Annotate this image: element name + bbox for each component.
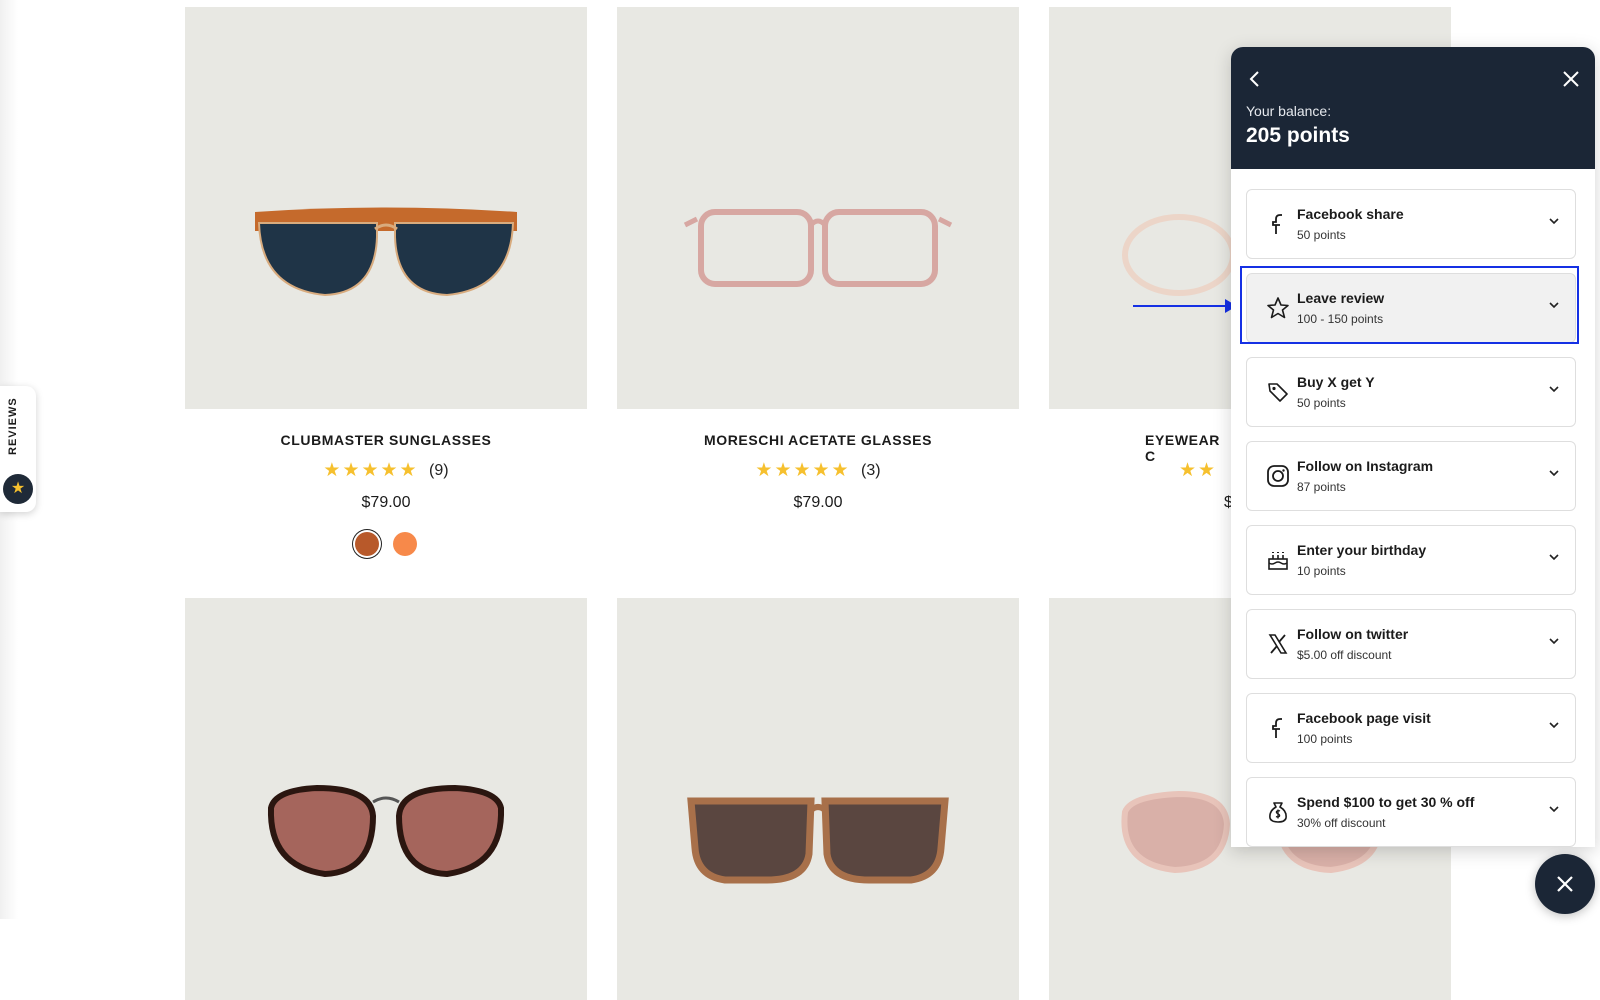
product-image[interactable] xyxy=(617,598,1019,1000)
chevron-down-icon[interactable] xyxy=(1547,634,1561,648)
close-icon xyxy=(1557,876,1573,892)
product-image[interactable] xyxy=(185,7,587,409)
earn-item-name: Facebook page visit xyxy=(1297,710,1431,726)
reviews-tab-label: REVIEWS xyxy=(7,397,19,455)
earn-item-points: 87 points xyxy=(1297,480,1346,494)
chevron-down-icon[interactable] xyxy=(1547,802,1561,816)
chevron-down-icon[interactable] xyxy=(1547,550,1561,564)
earn-item-buy-x-get-y[interactable]: Buy X get Y 50 points xyxy=(1246,357,1576,427)
earn-item-spend-get-discount[interactable]: Spend $100 to get 30 % off 30% off disco… xyxy=(1246,777,1576,847)
color-swatch-brown[interactable] xyxy=(354,532,379,556)
star-icon[interactable]: ★ xyxy=(3,474,33,504)
earn-item-name: Follow on Instagram xyxy=(1297,458,1434,474)
chevron-down-icon[interactable] xyxy=(1547,466,1561,480)
rating-count: (9) xyxy=(429,461,449,479)
product-rating: ★★★★★ (3) xyxy=(617,459,1019,482)
rating-count: (3) xyxy=(861,461,881,479)
facebook-icon xyxy=(1265,715,1291,741)
earn-item-follow-instagram[interactable]: Follow on Instagram 87 points xyxy=(1246,441,1576,511)
earn-item-name: Buy X get Y xyxy=(1297,374,1375,390)
earn-item-name: Follow on twitter xyxy=(1297,626,1409,642)
product-title[interactable]: CLUBMASTER SUNGLASSES xyxy=(185,432,587,448)
color-swatches xyxy=(185,532,587,556)
chevron-down-icon[interactable] xyxy=(1547,214,1561,228)
earn-item-points: 50 points xyxy=(1297,396,1346,410)
facebook-icon xyxy=(1265,211,1291,237)
rewards-panel: Your balance: 205 points Facebook share … xyxy=(1231,47,1595,847)
earn-item-facebook-share[interactable]: Facebook share 50 points xyxy=(1246,189,1576,259)
product-image[interactable] xyxy=(617,7,1019,409)
earn-item-points: 30% off discount xyxy=(1297,816,1386,830)
earn-item-facebook-page-visit[interactable]: Facebook page visit 100 points xyxy=(1246,693,1576,763)
money-bag-icon xyxy=(1265,799,1291,825)
earn-item-name: Spend $100 to get 30 % off xyxy=(1297,794,1475,810)
annotation-highlight-box xyxy=(1240,266,1579,344)
earn-item-follow-twitter[interactable]: Follow on twitter $5.00 off discount xyxy=(1246,609,1576,679)
cake-icon xyxy=(1265,547,1291,573)
annotation-arrow-line xyxy=(1133,305,1229,307)
chevron-down-icon[interactable] xyxy=(1547,382,1561,396)
earn-item-birthday[interactable]: Enter your birthday 10 points xyxy=(1246,525,1576,595)
product-price: $79.00 xyxy=(793,494,843,511)
brown-sunglasses-image xyxy=(687,797,949,884)
earn-item-points: 10 points xyxy=(1297,564,1346,578)
product-price: $79.00 xyxy=(361,494,411,511)
rewards-launcher-close-button[interactable] xyxy=(1535,854,1595,914)
product-rating: ★★★★★ (9) xyxy=(185,459,587,482)
chevron-down-icon[interactable] xyxy=(1547,718,1561,732)
rating-stars: ★★★★★ xyxy=(755,460,851,481)
earn-item-name: Facebook share xyxy=(1297,206,1404,222)
tortoise-sunglasses-image xyxy=(267,784,505,878)
tag-icon xyxy=(1265,379,1291,405)
balance-value: 205 points xyxy=(1246,124,1350,147)
rewards-panel-header: Your balance: 205 points xyxy=(1231,47,1595,169)
back-arrow-icon[interactable] xyxy=(1243,67,1267,91)
reviews-side-tab[interactable]: REVIEWS ★ xyxy=(0,386,36,512)
close-icon[interactable] xyxy=(1559,67,1583,91)
x-twitter-icon xyxy=(1265,631,1291,657)
instagram-icon xyxy=(1265,463,1291,489)
earn-item-points: 100 points xyxy=(1297,732,1353,746)
moreschi-glasses-image xyxy=(683,209,953,287)
earn-item-name: Enter your birthday xyxy=(1297,542,1427,558)
color-swatch-orange[interactable] xyxy=(393,532,418,556)
product-image[interactable] xyxy=(185,598,587,1000)
rating-stars: ★★★★★ xyxy=(323,460,419,481)
product-rating: ★★ xyxy=(1179,459,1217,482)
balance-label: Your balance: xyxy=(1246,103,1332,119)
clubmaster-sunglasses-image xyxy=(255,207,517,297)
earn-item-points: $5.00 off discount xyxy=(1297,648,1392,662)
product-title[interactable]: MORESCHI ACETATE GLASSES xyxy=(617,432,1019,448)
rating-stars: ★★ xyxy=(1179,460,1218,481)
earn-item-points: 50 points xyxy=(1297,228,1346,242)
